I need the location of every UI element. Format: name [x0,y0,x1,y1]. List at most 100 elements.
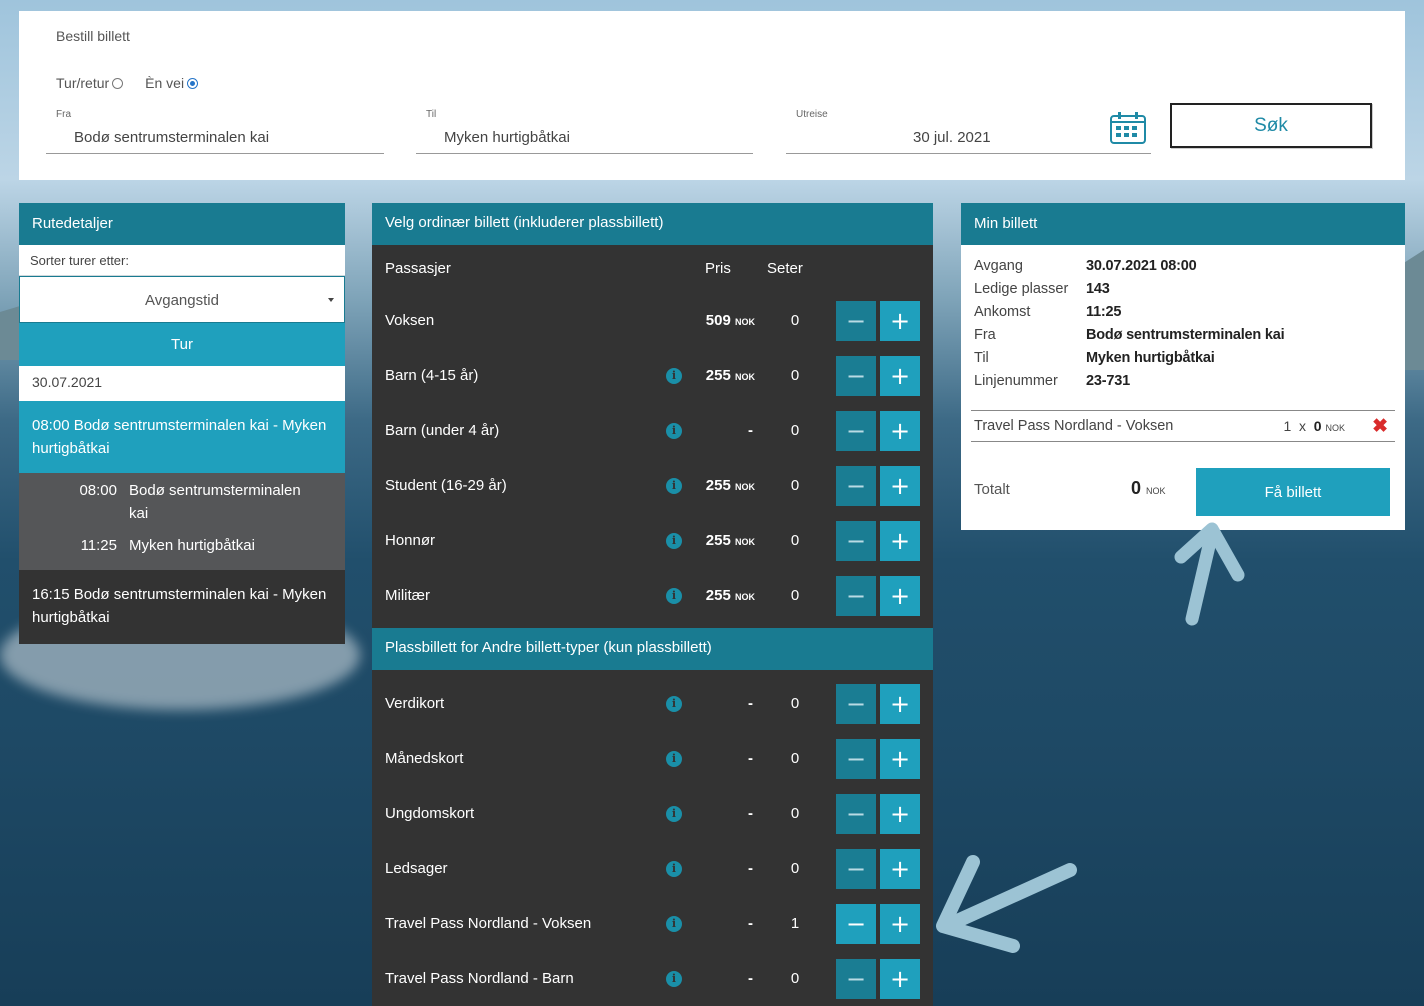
decrement-button[interactable]: − [836,794,876,834]
decrement-button[interactable]: − [836,576,876,616]
ticket-type-name: Voksen [385,312,435,329]
info-icon[interactable]: i [666,916,682,932]
decrement-button[interactable]: − [836,356,876,396]
trip-stop-place: Myken hurtigbåtkai [129,537,255,554]
decrement-button[interactable]: − [836,849,876,889]
detail-row: Avgang 30.07.2021 08:00 [974,258,1284,281]
detail-label: Ankomst [974,304,1031,320]
sort-select[interactable]: Avgangstid [19,276,345,323]
ticket-row: Ungdomskort i - 0 − + [372,786,933,841]
ticket-price-value: 255 [705,477,731,494]
departure-label: Utreise [796,109,828,120]
ticket-details: Avgang 30.07.2021 08:00 Ledige plasser 143… [974,258,1285,396]
detail-label: Fra [974,327,996,343]
decrement-button[interactable]: − [836,411,876,451]
departure-date-value[interactable]: 30 jul. 2021 [913,129,991,146]
seat-count: 0 [790,860,800,877]
info-icon[interactable]: i [666,588,682,604]
ticket-price-value: 255 [705,532,731,549]
seat-count: 0 [790,805,800,822]
ticket-price: 255 NOK [706,513,755,570]
my-ticket-title: Min billett [961,203,1405,245]
increment-button[interactable]: + [880,739,920,779]
ticket-price-currency: NOK [735,372,755,382]
increment-button[interactable]: + [880,521,920,561]
seat-count: 0 [790,532,800,549]
increment-button[interactable]: + [880,466,920,506]
ticket-type-name: Honnør [385,532,436,549]
search-button[interactable]: Søk [1170,103,1372,148]
ticket-type-name: Verdikort [385,695,445,712]
increment-button[interactable]: + [880,904,920,944]
calendar-icon[interactable] [1109,111,1147,145]
trip-item[interactable]: 16:15 Bodø sentrumsterminalen kai - Myke… [19,570,345,644]
decrement-button[interactable]: − [836,521,876,561]
route-details-title: Rutedetaljer [19,203,345,245]
ticket-row: Student (16-29 år) i 255 NOK 0 − + [372,458,933,513]
info-icon[interactable]: i [666,478,682,494]
trip-stop-time: 08:00 [79,482,117,499]
info-icon[interactable]: i [666,533,682,549]
my-ticket-panel: Min billett Avgang 30.07.2021 08:00 Ledig… [961,203,1405,530]
trip-item-selected[interactable]: 08:00 Bodø sentrumsterminalen kai - Myke… [19,401,345,473]
detail-row: Linjenummer 23-731 [974,373,1284,396]
increment-button[interactable]: + [880,849,920,889]
departure-date-field[interactable]: Utreise 30 jul. 2021 [786,109,1151,154]
increment-button[interactable]: + [880,576,920,616]
to-value[interactable]: Myken hurtigbåtkai [444,129,570,146]
seat-count: 0 [790,312,800,329]
ticket-type-name: Militær [385,587,430,604]
trip-stop-time: 11:25 [80,537,117,554]
info-icon[interactable]: i [666,368,682,384]
ticket-type-name: Ledsager [385,860,448,877]
decrement-button[interactable]: − [836,466,876,506]
ticket-price-currency: NOK [735,482,755,492]
trips-header: Tur [19,323,345,366]
increment-button[interactable]: + [880,356,920,396]
decrement-button[interactable]: − [836,301,876,341]
from-value[interactable]: Bodø sentrumsterminalen kai [74,129,269,146]
decrement-button[interactable]: − [836,959,876,999]
from-label: Fra [56,109,71,120]
increment-button[interactable]: + [880,301,920,341]
ticket-price: - [748,695,753,712]
ticket-type-name: Barn (under 4 år) [385,422,500,439]
get-ticket-button[interactable]: Få billett [1196,468,1390,516]
info-icon[interactable]: i [666,861,682,877]
ticket-type-name: Travel Pass Nordland - Barn [385,970,574,987]
radio-one-way-circle[interactable] [187,77,199,89]
increment-button[interactable]: + [880,794,920,834]
info-icon[interactable]: i [666,806,682,822]
detail-row: Ankomst 11:25 [974,304,1284,327]
column-header-price: Pris [705,260,731,277]
seat-count: 0 [790,970,800,987]
increment-button[interactable]: + [880,411,920,451]
ticket-row: Honnør i 255 NOK 0 − + [372,513,933,568]
detail-label: Til [974,350,989,366]
remove-icon[interactable]: ✖ [1372,415,1388,438]
decrement-button[interactable]: − [836,684,876,724]
to-field[interactable]: Til Myken hurtigbåtkai [416,109,753,154]
radio-round-trip-circle[interactable] [112,77,124,89]
trip-stop-row: 11:25 Myken hurtigbåtkai [19,534,345,557]
column-header-seats: Seter [767,260,803,277]
decrement-button[interactable]: − [836,904,876,944]
from-field[interactable]: Fra Bodø sentrumsterminalen kai [46,109,384,154]
increment-button[interactable]: + [880,959,920,999]
info-icon[interactable]: i [666,696,682,712]
ticket-row: Barn (4-15 år) i 255 NOK 0 − + [372,348,933,403]
increment-button[interactable]: + [880,684,920,724]
line-item-price: 0 [1313,418,1322,434]
decrement-button[interactable]: − [836,739,876,779]
ticket-type-name: Student (16-29 år) [385,477,507,494]
radio-one-way-label: Èn vei [145,75,185,91]
info-icon[interactable]: i [666,751,682,767]
info-icon[interactable]: i [666,423,682,439]
radio-round-trip[interactable]: Tur/retur [56,75,124,91]
trip-date: 30.07.2021 [19,366,345,401]
radio-one-way[interactable]: Èn vei [145,75,199,91]
ticket-row: Travel Pass Nordland - Voksen i - 1 − + [372,896,933,951]
info-icon[interactable]: i [666,971,682,987]
line-item-currency: NOK [1325,423,1345,433]
detail-label: Ledige plasser [974,281,1069,297]
